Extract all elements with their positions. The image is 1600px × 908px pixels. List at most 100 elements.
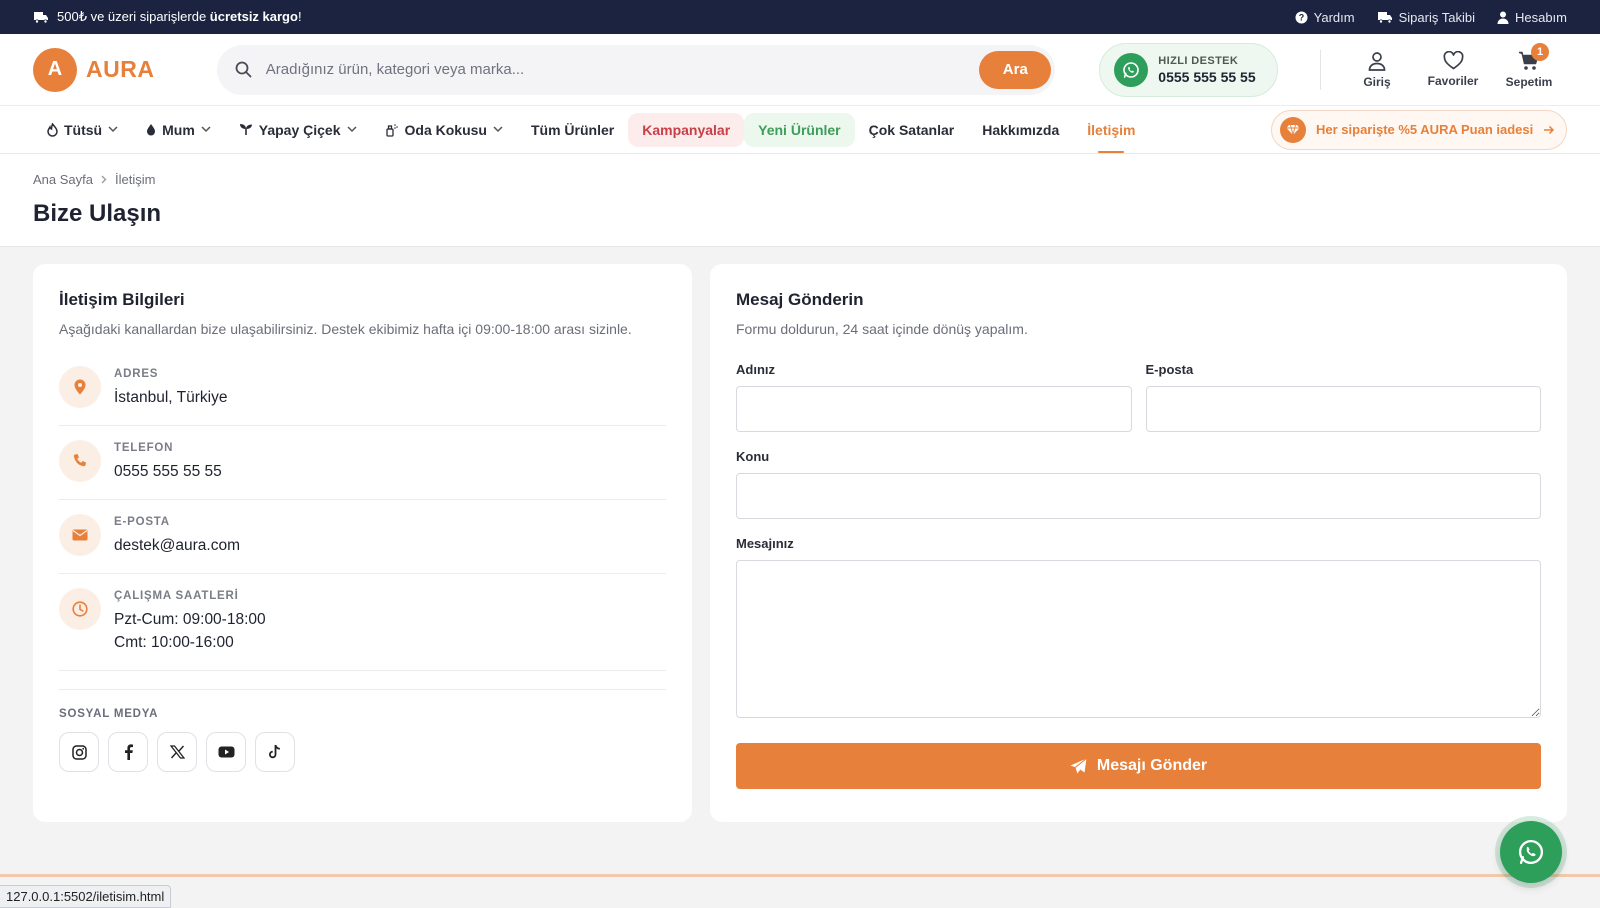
whatsapp-icon	[1114, 52, 1149, 87]
email-field-label: E-posta	[1145, 362, 1194, 377]
promo-text: Her siparişte %5 AURA Puan iadesi	[1316, 122, 1534, 137]
category-nav: Tütsü Mum Yapay Çiçek Oda Kokusu Tüm Ürü…	[0, 106, 1600, 154]
whatsapp-float-button[interactable]	[1495, 816, 1567, 888]
hours-label: ÇALIŞMA SAATLERİ	[114, 590, 239, 602]
favorites-label: Favoriler	[1427, 73, 1479, 88]
address-value: İstanbul, Türkiye	[114, 389, 228, 406]
phone-value[interactable]: 0555 555 55 55	[114, 460, 222, 483]
tiktok-icon	[268, 744, 282, 760]
drop-flame-icon	[146, 123, 156, 136]
help-link-label: Yardım	[1313, 9, 1355, 25]
announcement-bar: 500₺ ve üzeri siparişlerde ücretsiz karg…	[0, 0, 1600, 34]
heart-icon	[1442, 50, 1464, 70]
nav-item-iletisim[interactable]: İletişim	[1073, 113, 1149, 147]
youtube-icon	[218, 746, 235, 758]
email-value[interactable]: destek@aura.com	[114, 534, 240, 557]
user-icon	[1497, 11, 1509, 24]
nav-item-kampanyalar[interactable]: Kampanyalar	[628, 112, 745, 147]
nav-label: Yapay Çiçek	[258, 121, 341, 138]
nav-label: Tüm Ürünler	[530, 121, 615, 138]
nav-item-tum-urunler[interactable]: Tüm Ürünler	[517, 113, 628, 147]
chevron-down-icon	[108, 126, 118, 133]
logo-mark: A	[33, 47, 77, 92]
points-promo-banner[interactable]: Her siparişte %5 AURA Puan iadesi	[1271, 109, 1567, 150]
shipping-bold-text: ücretsiz kargo	[209, 9, 298, 24]
logo-text: AURA	[86, 56, 155, 82]
login-button[interactable]: Giriş	[1339, 51, 1415, 89]
map-pin-icon	[59, 366, 101, 408]
nav-item-yeni-urunler[interactable]: Yeni Ürünler	[744, 112, 855, 147]
youtube-link[interactable]	[206, 732, 246, 772]
page-title: Bize Ulaşın	[33, 200, 162, 227]
header-divider	[1320, 49, 1321, 90]
nav-label: Hakkımızda	[982, 121, 1060, 138]
nav-item-yapay-cicek[interactable]: Yapay Çiçek	[225, 113, 371, 147]
svg-text:?: ?	[1298, 12, 1304, 22]
account-link[interactable]: Hesabım	[1497, 10, 1567, 25]
footer-accent-line	[0, 874, 1600, 877]
nav-label: Kampanyalar	[642, 121, 731, 138]
truck-icon	[33, 11, 49, 24]
search-icon	[235, 61, 252, 78]
social-divider	[59, 689, 666, 690]
nav-item-mum[interactable]: Mum	[132, 113, 225, 147]
instagram-icon	[71, 744, 87, 760]
email-row: E-POSTA destek@aura.com	[59, 500, 666, 574]
social-media-label: SOSYAL MEDYA	[59, 708, 159, 720]
message-textarea[interactable]	[736, 560, 1541, 718]
favorites-button[interactable]: Favoriler	[1415, 50, 1491, 89]
phone-row: TELEFON 0555 555 55 55	[59, 426, 666, 500]
nav-label: İletişim	[1087, 121, 1136, 138]
nav-label: Oda Kokusu	[404, 121, 487, 138]
help-link[interactable]: ? Yardım	[1295, 10, 1355, 25]
shipping-text: 500₺ ve üzeri siparişlerde	[57, 9, 210, 24]
nav-item-hakkimizda[interactable]: Hakkımızda	[968, 113, 1073, 147]
subject-input[interactable]	[736, 473, 1541, 519]
subject-label: Konu	[736, 449, 770, 464]
search-button[interactable]: Ara	[979, 50, 1052, 89]
page-header: Ana Sayfa İletişim Bize Ulaşın	[0, 154, 1600, 247]
help-icon: ?	[1295, 11, 1308, 24]
address-row: ADRES İstanbul, Türkiye	[59, 354, 666, 426]
hours-saturday: Cmt: 10:00-16:00	[114, 634, 234, 651]
contact-info-description: Aşağıdaki kanallardan bize ulaşabilirsin…	[59, 321, 632, 337]
browser-status-url: 127.0.0.1:5502/iletisim.html	[0, 885, 172, 908]
phone-label: TELEFON	[114, 442, 174, 454]
arrow-right-icon	[1543, 125, 1555, 135]
name-label: Adınız	[736, 362, 775, 377]
instagram-link[interactable]	[59, 732, 99, 772]
search-input[interactable]	[265, 61, 980, 78]
breadcrumb: Ana Sayfa İletişim	[33, 172, 1567, 187]
cart-button[interactable]: Sepetim 1	[1491, 42, 1567, 89]
cart-count-badge: 1	[1531, 42, 1549, 61]
send-message-button[interactable]: Mesajı Gönder	[736, 743, 1541, 789]
facebook-icon	[124, 744, 133, 760]
logo[interactable]: A AURA	[33, 47, 181, 92]
nav-item-oda-kokusu[interactable]: Oda Kokusu	[371, 113, 517, 147]
account-link-label: Hesabım	[1514, 9, 1567, 25]
user-icon	[1367, 51, 1387, 71]
cart-label: Sepetim	[1505, 74, 1553, 89]
email-input[interactable]	[1145, 386, 1541, 432]
paper-plane-icon	[1070, 758, 1087, 774]
contact-info-card: İletişim Bilgileri Aşağıdaki kanallardan…	[33, 264, 692, 822]
x-logo-icon	[169, 745, 185, 759]
facebook-link[interactable]	[108, 732, 148, 772]
support-phone: 0555 555 55 55	[1158, 68, 1256, 85]
nav-label: Çok Satanlar	[868, 121, 955, 138]
x-twitter-link[interactable]	[157, 732, 197, 772]
nav-item-cok-satanlar[interactable]: Çok Satanlar	[855, 113, 969, 147]
contact-info-title: İletişim Bilgileri	[59, 290, 185, 309]
quick-support-badge[interactable]: HIZLI DESTEK 0555 555 55 55	[1099, 42, 1279, 97]
order-tracking-link[interactable]: Sipariş Takibi	[1377, 10, 1475, 25]
name-input[interactable]	[736, 386, 1132, 432]
clock-icon	[59, 588, 101, 630]
breadcrumb-home[interactable]: Ana Sayfa	[33, 172, 93, 187]
flame-icon	[47, 122, 58, 137]
nav-item-tutsu[interactable]: Tütsü	[33, 113, 132, 147]
seedling-icon	[239, 123, 253, 136]
tiktok-link[interactable]	[255, 732, 295, 772]
gem-icon	[1280, 116, 1306, 143]
address-label: ADRES	[114, 368, 159, 380]
breadcrumb-current: İletişim	[115, 172, 156, 187]
